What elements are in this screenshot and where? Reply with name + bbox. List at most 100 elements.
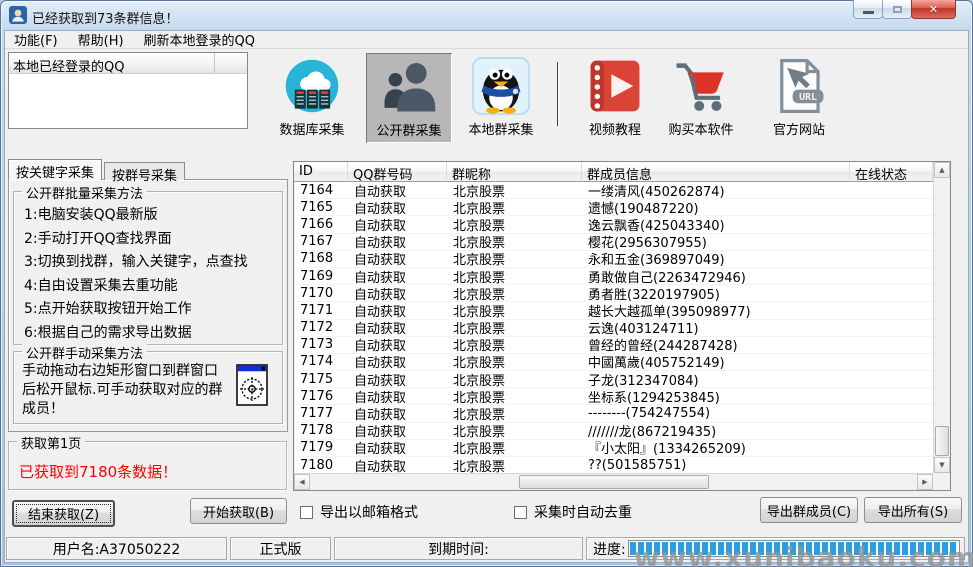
column-member-info[interactable]: 群成员信息 — [582, 162, 850, 182]
close-icon: ✕ — [929, 3, 938, 16]
toolbar-local-group-collect[interactable]: 本地群采集 — [458, 57, 544, 138]
cell-id: 7174 — [294, 354, 348, 369]
checkbox-box[interactable] — [300, 506, 313, 519]
dedupe-label: 采集时自动去重 — [534, 502, 632, 522]
statusbar-edition: 正式版 — [230, 537, 331, 560]
column-id[interactable]: ID — [294, 162, 348, 182]
cell-nickname: 北京股票 — [447, 404, 582, 423]
cell-qq-number: 自动获取 — [348, 335, 447, 354]
vertical-scroll-thumb[interactable] — [935, 426, 949, 456]
dedupe-checkbox[interactable]: 采集时自动去重 — [514, 502, 632, 522]
email-format-label: 导出以邮箱格式 — [320, 502, 418, 522]
public-group-icon — [380, 58, 438, 116]
stop-fetch-button[interactable]: 结束获取(Z) — [12, 500, 115, 527]
cell-qq-number: 自动获取 — [348, 318, 447, 337]
table-row[interactable]: 7180 自动获取 北京股票 ??(501585751) — [294, 457, 933, 473]
cell-member-info: 中國萬歲(405752149) — [582, 352, 850, 371]
svg-text:URL: URL — [799, 92, 817, 103]
cell-member-info: 永和五金(369897049) — [582, 249, 850, 268]
table-row[interactable]: 7177 自动获取 北京股票 --------(754247554) — [294, 405, 933, 422]
cell-id: 7165 — [294, 200, 348, 215]
table-row[interactable]: 7173 自动获取 北京股票 曾经的曾经(244287428) — [294, 337, 933, 354]
shopping-cart-icon — [672, 57, 730, 115]
start-fetch-button[interactable]: 开始获取(B) — [190, 498, 287, 524]
menu-help[interactable]: 帮助(H) — [78, 30, 124, 49]
cell-qq-number: 自动获取 — [348, 404, 447, 423]
column-nickname[interactable]: 群昵称 — [447, 162, 582, 182]
drag-target-window-icon[interactable] — [236, 364, 268, 406]
cell-member-info: 勇敢做自己(2263472946) — [582, 267, 850, 286]
table-row[interactable]: 7167 自动获取 北京股票 樱花(2956307955) — [294, 234, 933, 251]
cell-id: 7171 — [294, 303, 348, 318]
table-row[interactable]: 7168 自动获取 北京股票 永和五金(369897049) — [294, 251, 933, 268]
toolbar-website-label: 官方网站 — [773, 119, 825, 138]
menu-function[interactable]: 功能(F) — [14, 30, 58, 49]
toolbar-database-label: 数据库采集 — [279, 119, 344, 138]
cell-id: 7167 — [294, 234, 348, 249]
table-row[interactable]: 7164 自动获取 北京股票 一缕清风(450262874) — [294, 182, 933, 199]
table-row[interactable]: 7171 自动获取 北京股票 越长大越孤单(395098977) — [294, 302, 933, 319]
cell-qq-number: 自动获取 — [348, 387, 447, 406]
fetch-page-groupbox: 获取第1页 已获取到7180条数据！ — [8, 441, 287, 490]
cell-id: 7173 — [294, 337, 348, 352]
table-row[interactable]: 7169 自动获取 北京股票 勇敢做自己(2263472946) — [294, 268, 933, 285]
cell-nickname: 北京股票 — [447, 215, 582, 234]
toolbar-public-group-collect[interactable]: 公开群采集 — [366, 53, 452, 143]
toolbar-video-tutorial[interactable]: 视频教程 — [572, 57, 658, 138]
cell-nickname: 北京股票 — [447, 318, 582, 337]
toolbar-official-website[interactable]: URL 官方网站 — [756, 57, 842, 138]
titlebar[interactable]: 已经获取到73条群信息！ ✕ — [0, 0, 973, 30]
table-row[interactable]: 7166 自动获取 北京股票 逸云飘香(425043340) — [294, 216, 933, 233]
manual-method-text: 手动拖动右边矩形窗口到群窗口后松开鼠标.可手动获取对应的群成员！ — [22, 362, 230, 419]
export-members-button[interactable]: 导出群成员(C) — [760, 497, 858, 523]
cell-id: 7179 — [294, 440, 348, 455]
cell-id: 7169 — [294, 269, 348, 284]
table-row[interactable]: 7174 自动获取 北京股票 中國萬歲(405752149) — [294, 354, 933, 371]
local-qq-list[interactable]: 本地已经登录的QQ — [8, 52, 248, 129]
horizontal-scroll-thumb[interactable] — [519, 475, 709, 489]
table-row[interactable]: 7170 自动获取 北京股票 勇者胜(3220197905) — [294, 285, 933, 302]
menu-refresh-local-qq[interactable]: 刷新本地登录的QQ — [144, 30, 255, 49]
toolbar-buy-software[interactable]: 购买本软件 — [658, 57, 744, 138]
cell-nickname: 北京股票 — [447, 421, 582, 440]
vertical-scrollbar[interactable]: ▲ ▼ — [933, 162, 950, 473]
url-website-icon: URL — [770, 57, 828, 115]
cell-qq-number: 自动获取 — [348, 352, 447, 371]
table-row[interactable]: 7178 自动获取 北京股票 ///////龙(867219435) — [294, 423, 933, 440]
cell-member-info: 曾经的曾经(244287428) — [582, 335, 850, 354]
table-row[interactable]: 7172 自动获取 北京股票 云逸(403124711) — [294, 320, 933, 337]
table-row[interactable]: 7176 自动获取 北京股票 坐标系(1294253845) — [294, 388, 933, 405]
cell-nickname: 北京股票 — [447, 370, 582, 389]
toolbar-database-collect[interactable]: 数据库采集 — [269, 57, 355, 138]
cell-qq-number: 自动获取 — [348, 456, 447, 473]
table-row[interactable]: 7175 自动获取 北京股票 子龙(312347084) — [294, 371, 933, 388]
column-qq-number[interactable]: QQ群号码 — [348, 162, 447, 182]
email-format-checkbox[interactable]: 导出以邮箱格式 — [300, 502, 418, 522]
table-row[interactable]: 7165 自动获取 北京股票 遗憾(190487220) — [294, 199, 933, 216]
horizontal-scrollbar[interactable]: ◀ ▶ — [294, 473, 933, 490]
watermark-text: www.xunibaoku.com — [634, 541, 973, 567]
scroll-up-icon[interactable]: ▲ — [934, 162, 950, 178]
minimize-button[interactable] — [853, 0, 883, 19]
cloud-database-icon — [283, 57, 341, 115]
cell-member-info: 樱花(2956307955) — [582, 232, 850, 251]
table-row[interactable]: 7179 自动获取 北京股票 『小太阳』(1334265209) — [294, 440, 933, 457]
cell-id: 7172 — [294, 320, 348, 335]
tab-keyword-collect[interactable]: 按关键字采集 — [8, 159, 102, 180]
close-button[interactable]: ✕ — [911, 0, 956, 19]
scroll-down-icon[interactable]: ▼ — [934, 457, 950, 473]
maximize-button[interactable] — [882, 0, 912, 19]
checkbox-box[interactable] — [514, 506, 527, 519]
scroll-left-icon[interactable]: ◀ — [294, 474, 310, 490]
column-online-status[interactable]: 在线状态 — [850, 162, 933, 182]
app-icon — [9, 6, 27, 24]
cell-id: 7177 — [294, 406, 348, 421]
export-all-button[interactable]: 导出所有(S) — [864, 497, 962, 523]
scroll-right-icon[interactable]: ▶ — [917, 474, 933, 490]
tab-group-number-collect[interactable]: 按群号采集 — [104, 162, 185, 180]
cell-id: 7178 — [294, 423, 348, 438]
batch-step-line: 1:电脑安装QQ最新版 — [24, 204, 278, 228]
local-qq-header-label[interactable]: 本地已经登录的QQ — [9, 53, 215, 73]
cell-nickname: 北京股票 — [447, 284, 582, 303]
local-qq-header-extra[interactable] — [215, 53, 247, 73]
